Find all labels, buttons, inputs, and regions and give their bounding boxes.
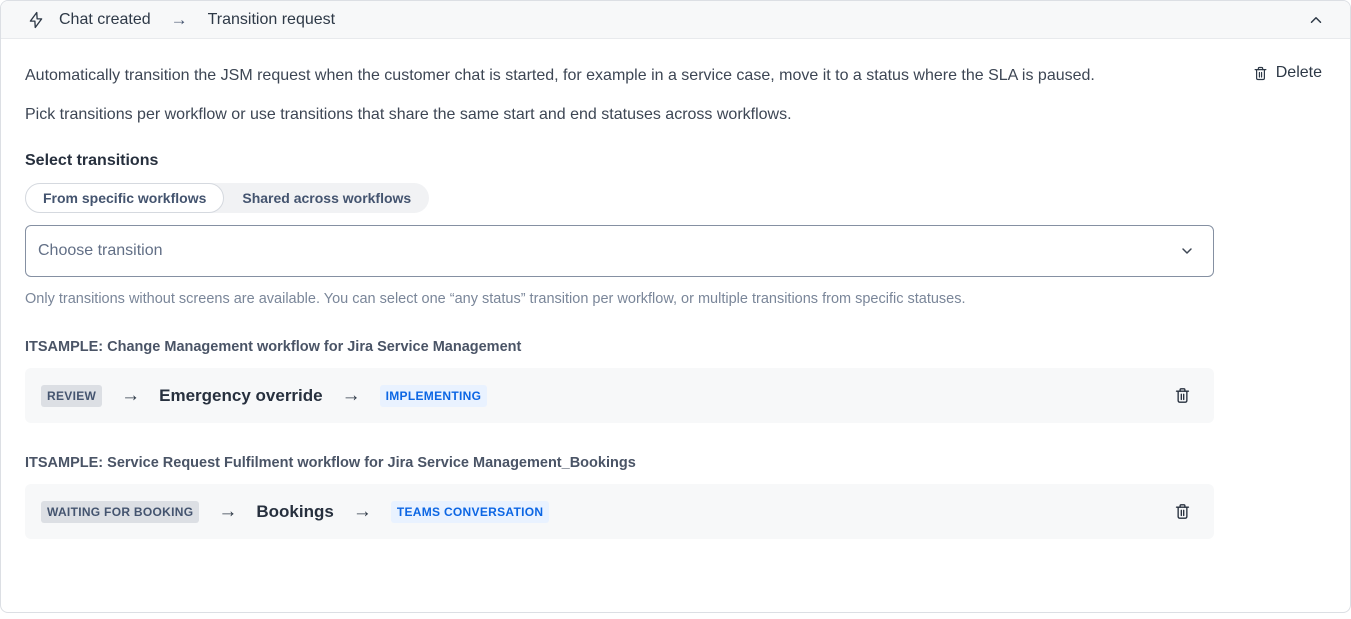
transition-name: Bookings: [256, 502, 333, 522]
from-status-badge: WAITING FOR BOOKING: [41, 501, 199, 523]
collapse-button[interactable]: [1304, 8, 1328, 32]
delete-label: Delete: [1276, 64, 1322, 82]
arrow-right-icon: →: [218, 501, 237, 523]
arrow-right-icon: →: [165, 10, 194, 30]
remove-transition-button[interactable]: [1173, 502, 1192, 521]
choose-transition-placeholder: Choose transition: [38, 242, 163, 260]
trash-icon: [1252, 65, 1269, 82]
chevron-down-icon: [1179, 243, 1195, 259]
rule-body: Automatically transition the JSM request…: [1, 39, 1350, 539]
zap-icon: [27, 11, 45, 29]
workflow-mode-tabs: From specific workflows Shared across wo…: [25, 183, 429, 213]
arrow-right-icon: →: [353, 501, 372, 523]
arrow-right-icon: →: [342, 385, 361, 407]
remove-transition-button[interactable]: [1173, 386, 1192, 405]
trash-icon: [1173, 386, 1192, 405]
rule-header: Chat created → Transition request: [1, 1, 1350, 39]
trash-icon: [1173, 502, 1192, 521]
trigger-label: Chat created: [59, 11, 151, 29]
to-status-badge: TEAMS CONVERSATION: [391, 501, 550, 523]
tab-from-specific-workflows[interactable]: From specific workflows: [25, 183, 224, 213]
action-label: Transition request: [208, 11, 335, 29]
transition-row: REVIEW → Emergency override → IMPLEMENTI…: [25, 368, 1214, 423]
select-transitions-title: Select transitions: [25, 152, 1322, 170]
transition-row: WAITING FOR BOOKING → Bookings → TEAMS C…: [25, 484, 1214, 539]
tab-shared-across-workflows[interactable]: Shared across workflows: [224, 183, 429, 213]
delete-rule-button[interactable]: Delete: [1252, 64, 1322, 82]
choose-transition-select[interactable]: Choose transition: [25, 225, 1214, 277]
rule-description: Automatically transition the JSM request…: [25, 61, 1205, 90]
workflow-title: ITSAMPLE: Service Request Fulfilment wor…: [25, 455, 1322, 471]
to-status-badge: IMPLEMENTING: [380, 385, 488, 407]
rule-sub-description: Pick transitions per workflow or use tra…: [25, 103, 1322, 127]
transition-name: Emergency override: [159, 386, 322, 406]
arrow-right-icon: →: [121, 385, 140, 407]
from-status-badge: REVIEW: [41, 385, 102, 407]
automation-rule-card: Chat created → Transition request Automa…: [0, 0, 1351, 613]
workflow-title: ITSAMPLE: Change Management workflow for…: [25, 339, 1322, 355]
chevron-up-icon: [1307, 11, 1325, 29]
dropdown-helper-text: Only transitions without screens are ava…: [25, 291, 1322, 307]
